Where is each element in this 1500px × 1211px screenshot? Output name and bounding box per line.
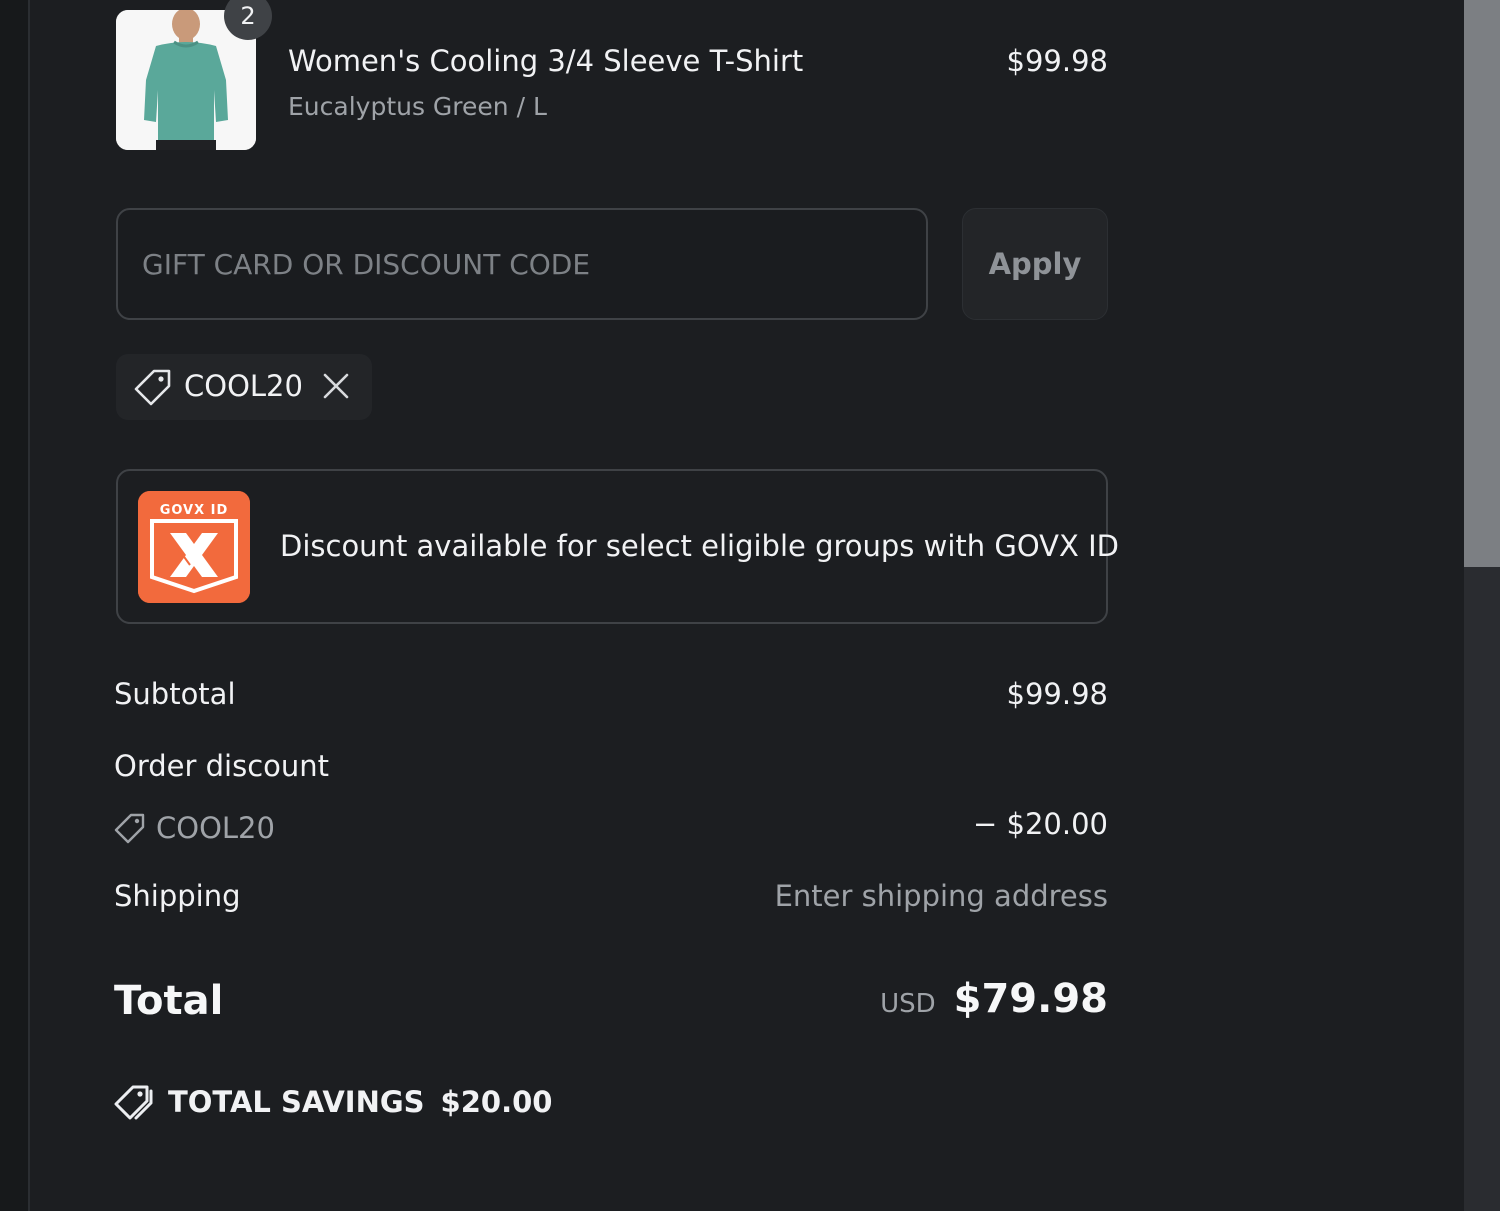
product-variant: Eucalyptus Green / L — [288, 92, 547, 121]
product-thumbnail-wrap: 2 — [116, 0, 272, 150]
shipping-value: Enter shipping address — [774, 879, 1108, 913]
total-savings: TOTAL SAVINGS $20.00 — [114, 1080, 552, 1124]
tag-icon — [134, 369, 171, 406]
total-savings-label: TOTAL SAVINGS — [168, 1085, 425, 1119]
order-discount-label: Order discount — [114, 749, 330, 783]
product-price: $99.98 — [1006, 44, 1108, 78]
apply-button[interactable]: Apply — [962, 208, 1108, 320]
shipping-label: Shipping — [114, 879, 241, 913]
savings-tags-icon — [114, 1085, 153, 1120]
govx-logo-text: GOVX ID — [160, 503, 229, 518]
govx-banner-text: Discount available for select eligible g… — [280, 529, 1119, 563]
tag-icon — [114, 813, 145, 844]
subtotal-value: $99.98 — [1006, 677, 1108, 711]
total-savings-amount: $20.00 — [440, 1085, 553, 1119]
total-currency: USD — [880, 989, 936, 1019]
total-value-group: USD $79.98 — [880, 976, 1108, 1022]
total-amount: $79.98 — [953, 976, 1108, 1022]
applied-code-text: COOL20 — [184, 369, 303, 403]
close-icon[interactable] — [322, 372, 350, 400]
applied-code-chip: COOL20 — [116, 354, 372, 420]
order-discount-code-text: COOL20 — [156, 811, 275, 845]
left-panel-edge — [0, 0, 30, 1211]
quantity-badge: 2 — [224, 0, 272, 40]
order-discount-value: − $20.00 — [973, 807, 1108, 841]
govx-logo-icon: GOVX ID — [138, 491, 250, 603]
subtotal-label: Subtotal — [114, 677, 236, 711]
checkout-order-summary: 2 Women's Cooling 3/4 Sleeve T-Shirt Euc… — [0, 0, 1500, 1211]
total-label: Total — [114, 978, 224, 1024]
scrollbar-thumb[interactable] — [1464, 0, 1500, 567]
govx-logo: GOVX ID — [138, 491, 250, 603]
order-discount-code: COOL20 — [114, 808, 275, 848]
govx-banner[interactable]: GOVX ID Discount available for select el… — [116, 469, 1119, 624]
product-title: Women's Cooling 3/4 Sleeve T-Shirt — [288, 44, 804, 78]
discount-code-input[interactable] — [116, 208, 928, 320]
